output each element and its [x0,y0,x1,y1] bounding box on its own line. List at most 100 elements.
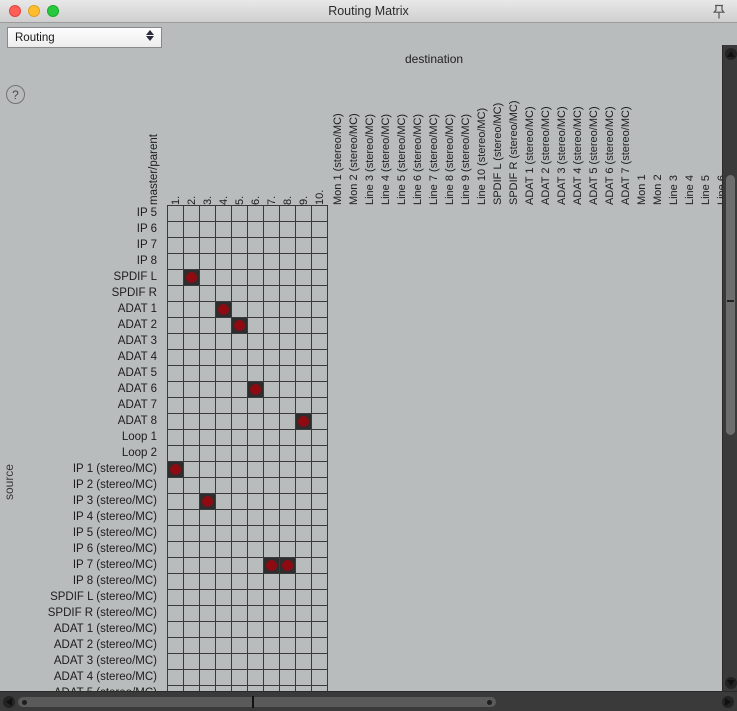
matrix-cell[interactable] [248,574,264,590]
matrix-cell[interactable] [296,430,312,446]
source-row-label[interactable]: IP 8 [0,253,163,269]
matrix-cell[interactable] [280,462,296,478]
matrix-cell[interactable] [184,558,200,574]
matrix-cell[interactable] [312,478,328,494]
matrix-cell[interactable] [232,462,248,478]
matrix-cell[interactable] [200,526,216,542]
matrix-cell[interactable] [296,302,312,318]
matrix-cell[interactable] [216,318,232,334]
matrix-cell[interactable] [248,302,264,318]
matrix-cell[interactable] [168,510,184,526]
matrix-cell[interactable] [168,398,184,414]
matrix-cell[interactable] [216,398,232,414]
matrix-cell[interactable] [200,638,216,654]
matrix-cell[interactable] [264,382,280,398]
source-row-label[interactable]: SPDIF L [0,269,163,285]
matrix-cell[interactable] [168,366,184,382]
matrix-cell[interactable] [200,270,216,286]
matrix-cell[interactable] [264,334,280,350]
source-row-label[interactable]: ADAT 6 [0,381,163,397]
destination-column-header[interactable]: ADAT 7 (stereo/MC) [620,77,632,205]
matrix-cell[interactable] [168,606,184,622]
destination-column-header[interactable]: Mon 1 (stereo/MC) [332,77,344,205]
matrix-cell[interactable] [232,558,248,574]
matrix-cell[interactable] [248,414,264,430]
matrix-cell[interactable] [264,574,280,590]
matrix-cell[interactable] [248,462,264,478]
matrix-cell[interactable] [232,382,248,398]
matrix-cell[interactable] [248,206,264,222]
source-row-label[interactable]: ADAT 1 [0,301,163,317]
matrix-cell[interactable] [232,526,248,542]
matrix-cell[interactable] [248,590,264,606]
matrix-cell[interactable] [248,334,264,350]
matrix-cell[interactable] [264,206,280,222]
zoom-button[interactable] [47,5,59,17]
matrix-cell[interactable] [296,446,312,462]
matrix-cell[interactable] [248,638,264,654]
matrix-cell[interactable] [232,446,248,462]
matrix-cell[interactable] [232,398,248,414]
matrix-cell[interactable] [200,462,216,478]
matrix-cell[interactable] [248,254,264,270]
matrix-cell[interactable] [264,478,280,494]
matrix-cell[interactable] [280,526,296,542]
matrix-cell[interactable] [168,654,184,670]
source-row-label[interactable]: IP 5 [0,205,163,221]
matrix-cell[interactable] [312,574,328,590]
matrix-cell[interactable] [200,542,216,558]
matrix-cell[interactable] [296,574,312,590]
horizontal-scroll-thumb[interactable] [18,697,496,707]
matrix-cell[interactable] [232,270,248,286]
matrix-cell[interactable] [200,286,216,302]
matrix-cell[interactable] [264,494,280,510]
matrix-cell[interactable] [216,606,232,622]
matrix-cell[interactable] [168,254,184,270]
matrix-cell[interactable] [264,638,280,654]
matrix-cell[interactable] [312,222,328,238]
matrix-cell[interactable] [200,414,216,430]
matrix-cell[interactable] [168,350,184,366]
matrix-cell[interactable] [296,654,312,670]
matrix-cell[interactable] [168,286,184,302]
matrix-cell[interactable] [168,670,184,686]
matrix-cell[interactable] [232,542,248,558]
source-row-label[interactable]: SPDIF L (stereo/MC) [0,589,163,605]
matrix-cell[interactable] [232,510,248,526]
matrix-cell[interactable] [248,270,264,286]
matrix-cell[interactable] [248,398,264,414]
matrix-cell[interactable] [296,670,312,686]
destination-column-header[interactable]: SPDIF R (stereo/MC) [508,77,520,205]
matrix-cell[interactable] [184,334,200,350]
destination-column-header[interactable]: Line 4 (stereo/MC) [380,77,392,205]
matrix-cell[interactable] [216,622,232,638]
matrix-cell[interactable] [264,318,280,334]
matrix-cell[interactable] [296,206,312,222]
matrix-cell[interactable] [248,286,264,302]
matrix-cell[interactable] [200,222,216,238]
matrix-cell[interactable] [312,334,328,350]
matrix-cell[interactable] [248,606,264,622]
matrix-cell[interactable] [280,382,296,398]
matrix-cell[interactable] [264,430,280,446]
matrix-cell[interactable] [200,398,216,414]
scroll-down-button[interactable] [723,675,737,690]
source-row-label[interactable]: SPDIF R (stereo/MC) [0,605,163,621]
matrix-cell[interactable] [232,606,248,622]
matrix-cell[interactable] [280,494,296,510]
matrix-cell[interactable] [312,366,328,382]
matrix-cell[interactable] [184,366,200,382]
matrix-cell[interactable] [312,558,328,574]
matrix-cell[interactable] [248,526,264,542]
matrix-cell[interactable] [296,542,312,558]
matrix-cell[interactable] [296,222,312,238]
matrix-cell[interactable] [248,238,264,254]
source-row-label[interactable]: ADAT 4 (stereo/MC) [0,669,163,685]
matrix-cell[interactable] [168,414,184,430]
destination-column-header[interactable]: ADAT 6 (stereo/MC) [604,77,616,205]
matrix-cell[interactable] [184,542,200,558]
matrix-cell[interactable] [184,206,200,222]
source-row-label[interactable]: ADAT 3 [0,333,163,349]
matrix-cell[interactable] [312,430,328,446]
matrix-cell[interactable] [280,206,296,222]
